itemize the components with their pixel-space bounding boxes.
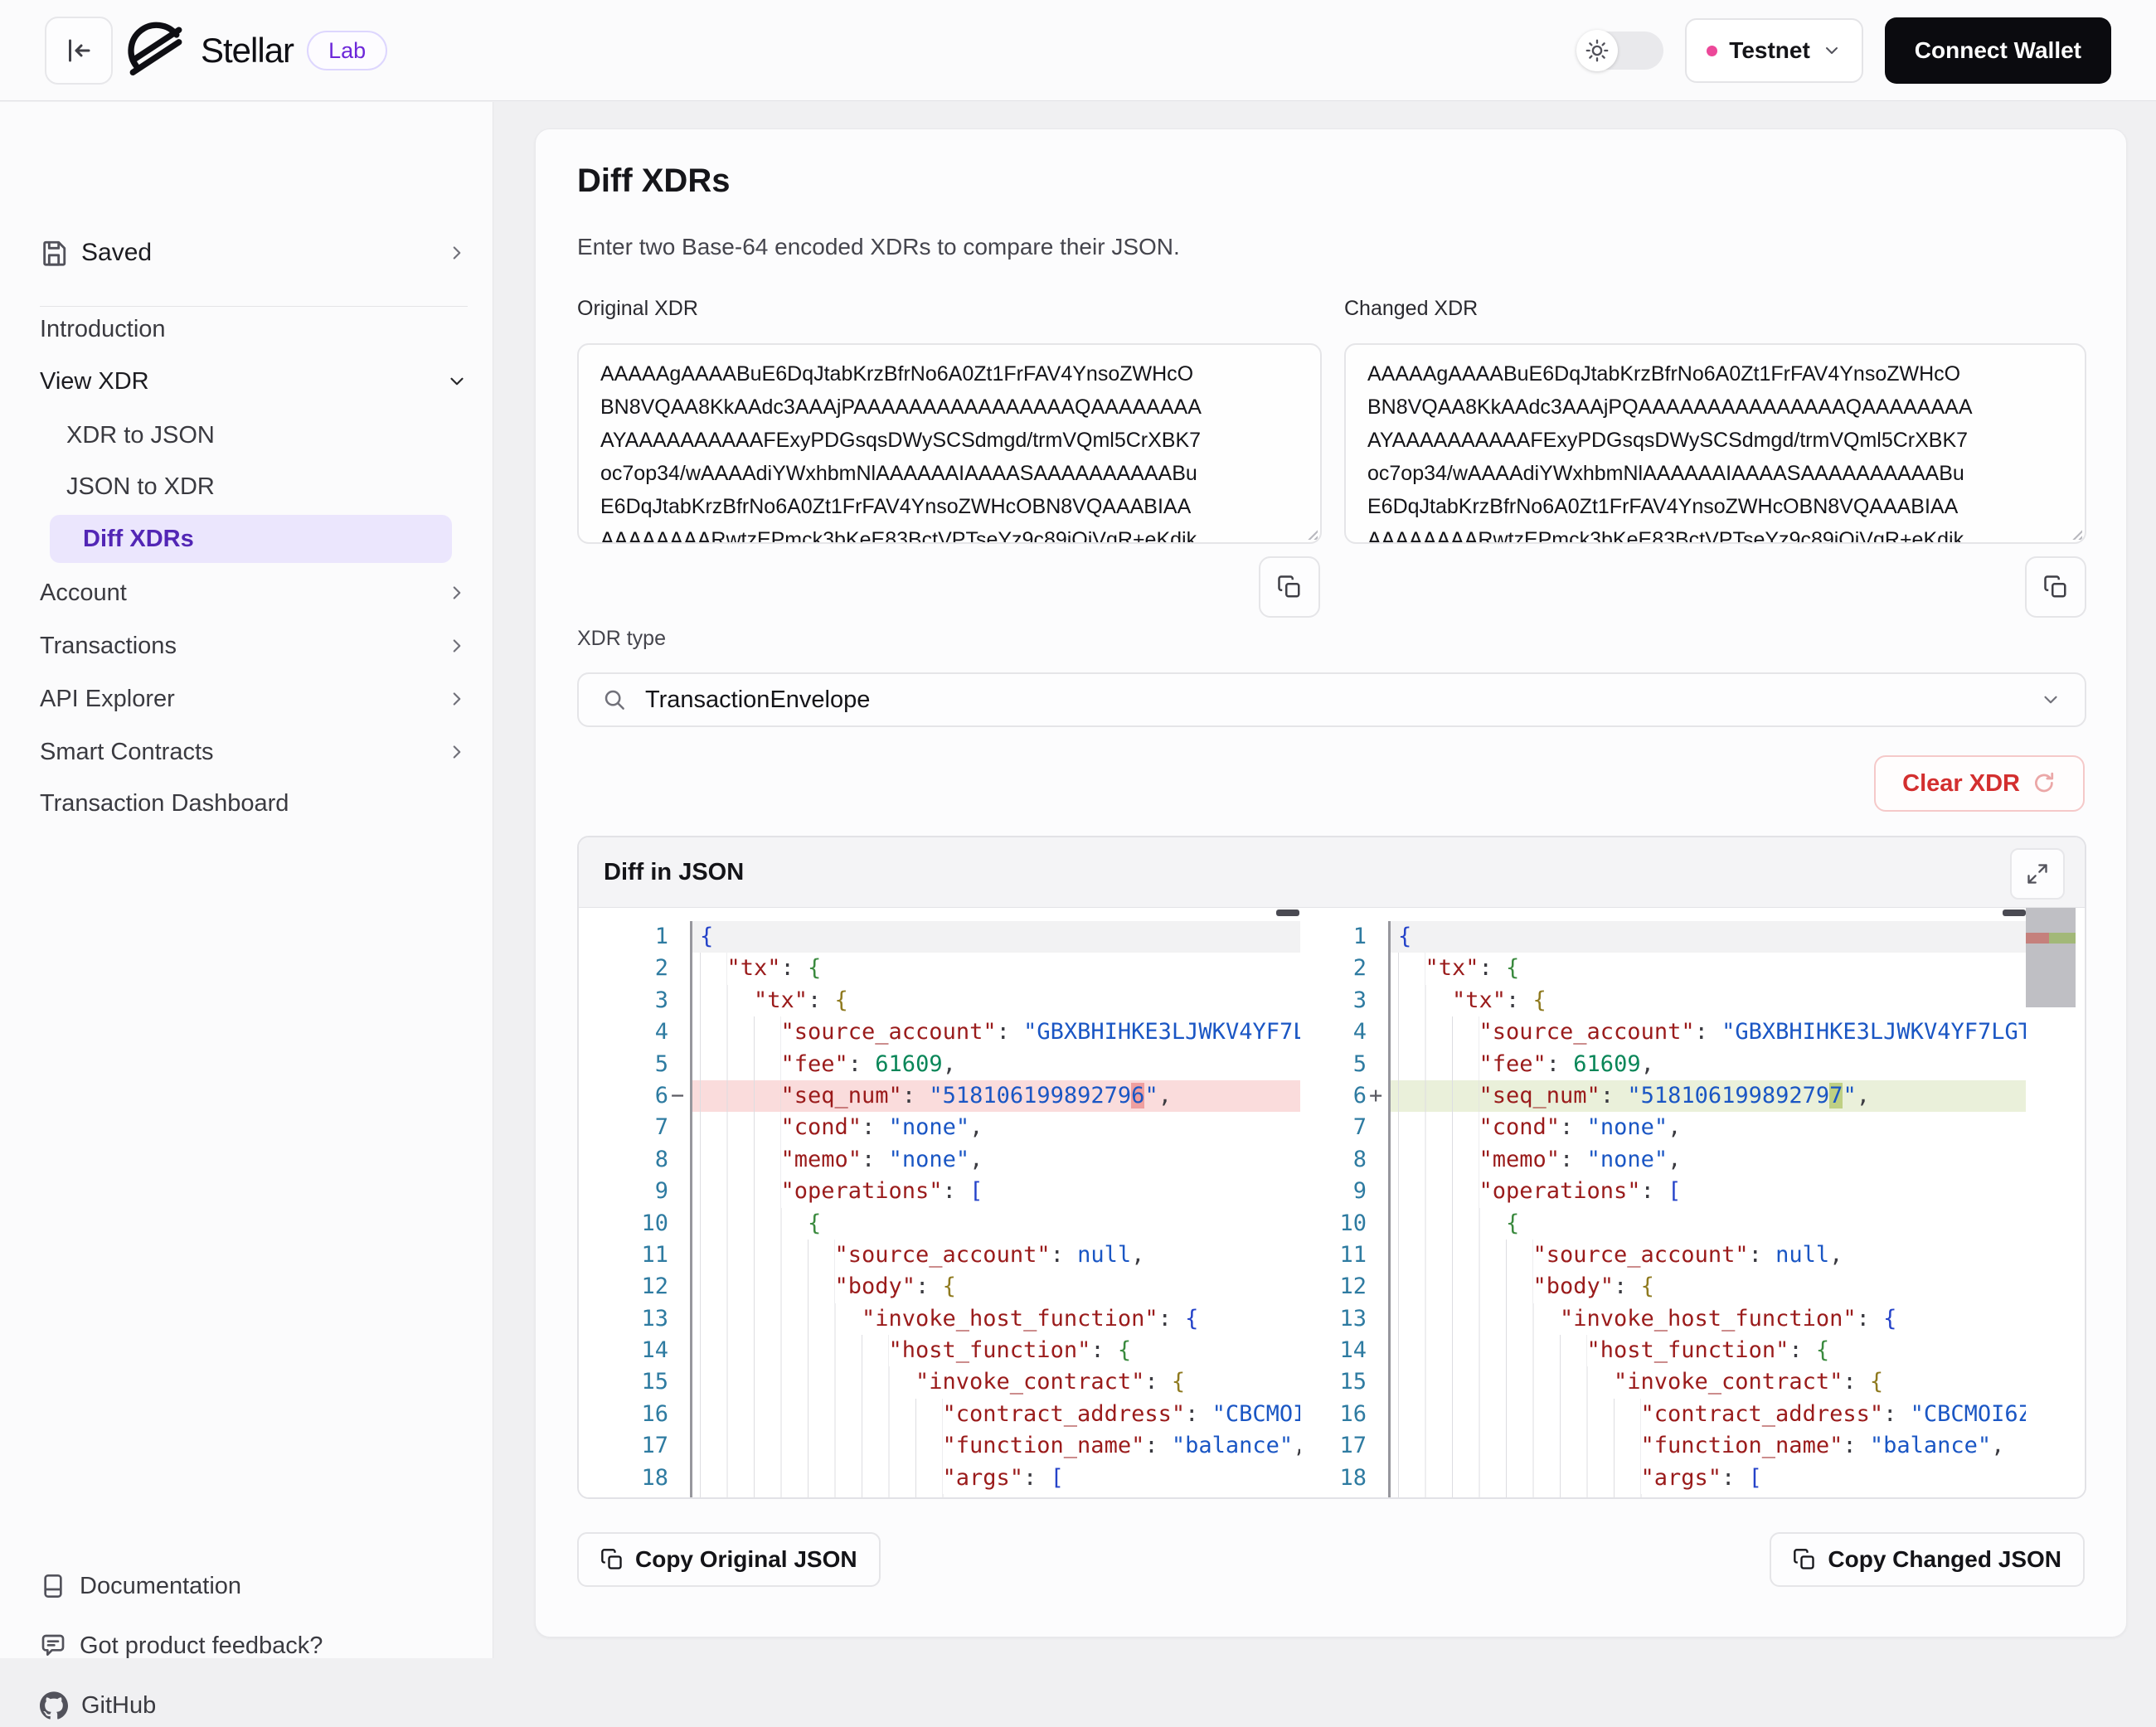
sidebar-item-label: Saved	[81, 239, 433, 267]
sun-icon	[1585, 39, 1609, 62]
diff-pane-original[interactable]: 1{2"tx": {3"tx": {4"source_account": "GB…	[579, 908, 1300, 1499]
sidebar-item-view-xdr[interactable]: View XDR	[40, 360, 468, 403]
copy-original-json-button[interactable]: Copy Original JSON	[577, 1532, 881, 1587]
network-label: Testnet	[1729, 37, 1810, 64]
sidebar-item-api-explorer[interactable]: API Explorer	[40, 677, 468, 720]
xdr-type-select[interactable]: TransactionEnvelope	[577, 672, 2086, 727]
lab-badge: Lab	[307, 31, 387, 70]
copy-original-json-label: Copy Original JSON	[635, 1546, 857, 1573]
network-select[interactable]: Testnet	[1685, 18, 1863, 83]
sidebar-item-introduction[interactable]: Introduction	[40, 308, 468, 351]
sidebar-item-github[interactable]: GitHub	[40, 1684, 468, 1727]
save-icon	[40, 239, 68, 267]
top-header: Stellar Lab Testnet Connect Wallet	[0, 0, 2156, 101]
page-description: Enter two Base-64 encoded XDRs to compar…	[577, 234, 1180, 260]
expand-fullscreen-button[interactable]	[2010, 848, 2065, 900]
sidebar-item-account[interactable]: Account	[40, 571, 468, 614]
chevron-right-icon	[446, 635, 468, 657]
network-dot	[1707, 46, 1717, 56]
sidebar-item-label: Diff XDRs	[83, 526, 194, 553]
diff-code-area: 1{2"tx": {3"tx": {4"source_account": "GB…	[579, 908, 2085, 1497]
copy-original-xdr-button[interactable]	[1259, 556, 1320, 618]
stellar-logo-icon	[124, 19, 187, 82]
sidebar-item-documentation[interactable]: Documentation	[40, 1564, 468, 1608]
sidebar-item-transactions[interactable]: Transactions	[40, 624, 468, 667]
chevron-right-icon	[446, 741, 468, 763]
sidebar: Saved Introduction View XDR XDR to JSON …	[0, 102, 493, 1658]
horizontal-scrollbar-right[interactable]	[2003, 910, 2026, 916]
copy-changed-json-label: Copy Changed JSON	[1828, 1546, 2061, 1573]
xdr-type-label: XDR type	[577, 627, 666, 651]
sidebar-item-label: Account	[40, 580, 433, 607]
chevron-down-icon	[446, 371, 468, 392]
clear-xdr-label: Clear XDR	[1902, 770, 2020, 798]
sidebar-item-diff-xdrs-active[interactable]: Diff XDRs	[50, 515, 452, 563]
xdr-type-value: TransactionEnvelope	[645, 686, 2022, 714]
brand[interactable]: Stellar Lab	[124, 18, 387, 83]
copy-icon	[2043, 575, 2068, 599]
sidebar-item-smart-contracts[interactable]: Smart Contracts	[40, 730, 468, 774]
sidebar-item-label: JSON to XDR	[66, 473, 468, 501]
chevron-right-icon	[446, 688, 468, 710]
sidebar-item-saved[interactable]: Saved	[40, 226, 468, 279]
sidebar-item-label: Transactions	[40, 633, 433, 660]
chevron-right-icon	[446, 242, 468, 264]
diff-panel-header: Diff in JSON	[579, 837, 2085, 908]
diff-minimap-scrollbar[interactable]	[2026, 908, 2076, 1499]
minimap-removed-mark	[2026, 933, 2049, 944]
feedback-bubble-icon	[40, 1632, 66, 1659]
copy-changed-xdr-button[interactable]	[2025, 556, 2086, 618]
chevron-down-icon	[1822, 41, 1842, 61]
copy-icon	[600, 1548, 624, 1571]
sidebar-item-label: GitHub	[81, 1692, 468, 1720]
horizontal-scrollbar-left[interactable]	[1276, 910, 1299, 916]
brand-name: Stellar	[201, 31, 294, 70]
copy-icon	[1793, 1548, 1816, 1571]
clear-xdr-button[interactable]: Clear XDR	[1874, 755, 2085, 812]
sidebar-item-label: XDR to JSON	[66, 422, 468, 449]
sidebar-item-label: Transaction Dashboard	[40, 790, 468, 817]
changed-xdr-label: Changed XDR	[1344, 297, 1478, 321]
sidebar-item-xdr-to-json[interactable]: XDR to JSON	[66, 414, 468, 457]
diff-xdrs-card: Diff XDRs Enter two Base-64 encoded XDRs…	[535, 129, 2127, 1637]
github-icon	[40, 1691, 68, 1720]
changed-xdr-textarea[interactable]: AAAAAgAAAABuE6DqJtabKrzBfrNo6A0Zt1FrFAV4…	[1344, 343, 2086, 544]
diff-json-panel: Diff in JSON 1{2"tx": {3"tx": {4"source_…	[577, 836, 2086, 1499]
sidebar-item-json-to-xdr[interactable]: JSON to XDR	[66, 465, 468, 508]
minimap-thumb[interactable]	[2026, 908, 2076, 1007]
header-actions: Testnet Connect Wallet	[1576, 0, 2111, 101]
diff-panel-title: Diff in JSON	[604, 859, 744, 886]
copy-icon	[1277, 575, 1302, 599]
sidebar-item-feedback[interactable]: Got product feedback?	[40, 1624, 468, 1667]
original-xdr-label: Original XDR	[577, 297, 698, 321]
refresh-icon	[2032, 771, 2056, 796]
expand-icon	[2026, 862, 2049, 885]
collapse-sidebar-button[interactable]	[45, 17, 113, 85]
sidebar-item-label: Documentation	[80, 1573, 468, 1600]
book-icon	[40, 1573, 66, 1599]
collapse-sidebar-icon	[64, 36, 94, 65]
diff-pane-changed[interactable]: 1{2"tx": {3"tx": {4"source_account": "GB…	[1325, 908, 2026, 1499]
minimap-added-mark	[2049, 933, 2076, 944]
original-xdr-textarea[interactable]: AAAAAgAAAABuE6DqJtabKrzBfrNo6A0Zt1FrFAV4…	[577, 343, 1322, 544]
sidebar-item-label: API Explorer	[40, 686, 433, 713]
connect-wallet-button[interactable]: Connect Wallet	[1885, 17, 2111, 84]
theme-knob	[1576, 30, 1618, 71]
sidebar-item-label: Smart Contracts	[40, 739, 433, 766]
chevron-right-icon	[446, 582, 468, 604]
sidebar-item-label: Introduction	[40, 316, 468, 343]
copy-changed-json-button[interactable]: Copy Changed JSON	[1770, 1532, 2085, 1587]
search-icon	[602, 687, 627, 712]
sidebar-item-transaction-dashboard[interactable]: Transaction Dashboard	[40, 782, 468, 825]
sidebar-item-label: Got product feedback?	[80, 1632, 468, 1660]
sidebar-divider	[40, 306, 468, 307]
theme-toggle[interactable]	[1576, 32, 1663, 70]
chevron-down-icon	[2040, 689, 2061, 711]
page-title: Diff XDRs	[577, 163, 730, 200]
sidebar-item-label: View XDR	[40, 368, 433, 395]
